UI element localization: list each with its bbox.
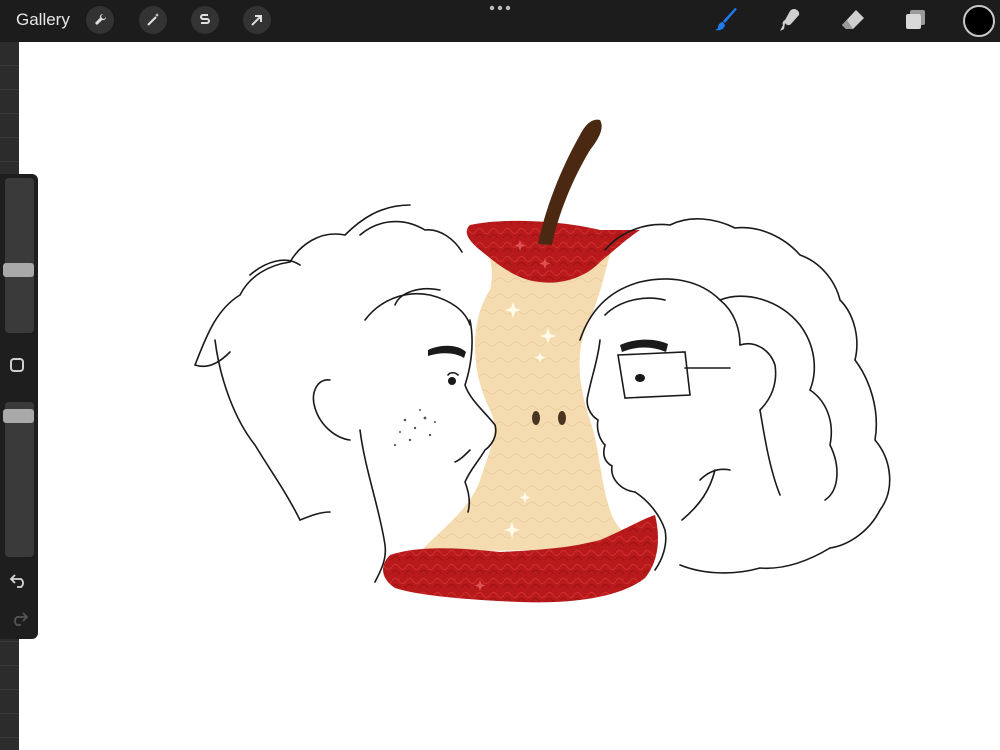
opacity-slider[interactable] xyxy=(5,402,34,557)
tool-sidebar xyxy=(0,174,38,639)
brush-size-thumb[interactable] xyxy=(3,262,34,277)
redo-icon[interactable] xyxy=(9,610,29,626)
gallery-button[interactable]: Gallery xyxy=(16,10,70,30)
apple-seed xyxy=(532,411,540,425)
brush-icon[interactable] xyxy=(713,6,741,34)
layers-icon[interactable] xyxy=(901,6,929,34)
right-face-lineart xyxy=(579,218,891,574)
square-icon[interactable] xyxy=(10,358,24,372)
artwork xyxy=(194,119,891,603)
drawing-canvas[interactable] xyxy=(19,42,1000,750)
color-picker-swatch[interactable] xyxy=(963,5,995,37)
transform-arrow-icon[interactable] xyxy=(243,6,271,34)
undo-icon[interactable] xyxy=(9,572,29,588)
smudge-icon[interactable] xyxy=(776,6,804,34)
eraser-icon[interactable] xyxy=(839,6,867,34)
brush-size-slider[interactable] xyxy=(5,178,34,333)
magic-wand-icon[interactable] xyxy=(139,6,167,34)
wrench-icon[interactable] xyxy=(86,6,114,34)
more-options-icon[interactable] xyxy=(488,3,512,13)
top-toolbar: Gallery xyxy=(0,0,1000,42)
apple-seed xyxy=(558,411,566,425)
opacity-thumb[interactable] xyxy=(3,409,34,424)
apple-core-flesh xyxy=(420,238,650,552)
selection-s-icon[interactable] xyxy=(191,6,219,34)
freckles xyxy=(393,409,436,447)
